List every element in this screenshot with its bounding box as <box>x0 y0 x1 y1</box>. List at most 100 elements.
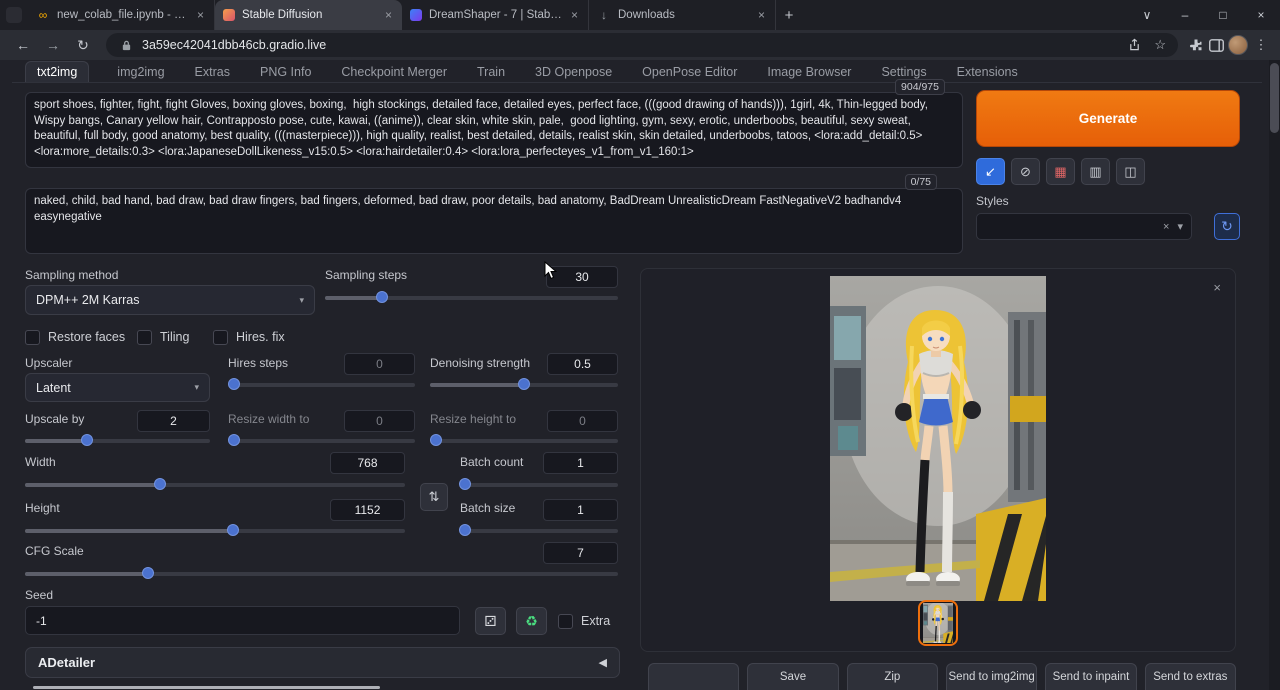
negative-prompt-input[interactable]: naked, child, bad hand, bad draw, bad dr… <box>25 188 963 254</box>
hires-steps-slider[interactable] <box>228 377 415 391</box>
extra-networks-button[interactable]: ▦ <box>1046 158 1075 185</box>
apply-style-button[interactable]: ▥ <box>1081 158 1110 185</box>
checkbox-box[interactable] <box>213 330 228 345</box>
paste-params-button[interactable]: ↙ <box>976 158 1005 185</box>
upscale-by-slider[interactable] <box>25 433 210 447</box>
styles-clear-icon[interactable]: × <box>1163 221 1169 233</box>
resize-height-input[interactable] <box>547 410 618 432</box>
extra-seed-checkbox[interactable]: Extra <box>558 613 610 629</box>
slider-handle[interactable] <box>459 524 471 536</box>
checkbox-box[interactable] <box>25 330 40 345</box>
sampling-steps-slider[interactable] <box>325 290 618 304</box>
batch-size-slider[interactable] <box>460 523 618 537</box>
new-tab-button[interactable]: + <box>776 2 802 28</box>
generated-image[interactable] <box>830 276 1046 601</box>
denoising-strength-slider[interactable] <box>430 377 618 391</box>
tab-close-icon[interactable]: × <box>383 8 394 22</box>
slider-handle[interactable] <box>228 378 240 390</box>
tab-img2img[interactable]: img2img <box>115 62 166 82</box>
slider-handle[interactable] <box>154 478 166 490</box>
browser-menu-icon[interactable]: ⋮ <box>1252 37 1270 53</box>
resize-width-slider[interactable] <box>228 433 415 447</box>
omnibox[interactable]: 3a59ec42041dbb46cb.gradio.live ☆ <box>106 33 1178 57</box>
tab-search-button[interactable] <box>6 7 22 23</box>
refresh-styles-button[interactable]: ↻ <box>1214 213 1240 240</box>
tab-png-info[interactable]: PNG Info <box>258 62 313 82</box>
hires-fix-checkbox[interactable]: Hires. fix <box>213 329 285 345</box>
save-button[interactable]: Save <box>747 663 838 690</box>
save-style-button[interactable]: ◫ <box>1116 158 1145 185</box>
prompt-input[interactable]: sport shoes, fighter, fight, fight Glove… <box>25 92 963 168</box>
zip-button[interactable]: Zip <box>847 663 938 690</box>
tab-train[interactable]: Train <box>475 62 507 82</box>
clear-prompt-button[interactable]: ⊘ <box>1011 158 1040 185</box>
browser-tab-dreamshaper[interactable]: DreamShaper - 7 | Stable Diffusi × <box>402 0 589 30</box>
checkbox-box[interactable] <box>137 330 152 345</box>
slider-handle[interactable] <box>227 524 239 536</box>
send-to-extras-button[interactable]: Send to extras <box>1145 663 1236 690</box>
width-input[interactable] <box>330 452 405 474</box>
lock-icon[interactable] <box>118 37 134 53</box>
tab-txt2img[interactable]: txt2img <box>25 61 89 82</box>
tab-image-browser[interactable]: Image Browser <box>765 62 853 82</box>
slider-handle[interactable] <box>228 434 240 446</box>
slider-handle[interactable] <box>376 291 388 303</box>
cfg-scale-input[interactable] <box>543 542 618 564</box>
cfg-scale-slider[interactable] <box>25 566 618 580</box>
side-panel-icon[interactable] <box>1208 37 1224 53</box>
window-minimize-button[interactable]: – <box>1166 0 1204 30</box>
switch-width-height-button[interactable]: ⇅ <box>420 483 448 511</box>
browser-tab-stable-diffusion[interactable]: Stable Diffusion × <box>215 0 402 30</box>
width-slider[interactable] <box>25 477 405 491</box>
reload-button[interactable]: ↻ <box>70 32 96 58</box>
slider-handle[interactable] <box>81 434 93 446</box>
resize-width-input[interactable] <box>344 410 415 432</box>
batch-size-input[interactable] <box>543 499 618 521</box>
styles-dropdown[interactable]: × ▾ <box>976 213 1192 240</box>
tab-3d-openpose[interactable]: 3D Openpose <box>533 62 614 82</box>
tab-extensions[interactable]: Extensions <box>955 62 1020 82</box>
random-seed-button[interactable]: ⚂ <box>475 607 506 635</box>
sampling-method-dropdown[interactable]: DPM++ 2M Karras ▾ <box>25 285 315 315</box>
height-slider[interactable] <box>25 523 405 537</box>
browser-tab-downloads[interactable]: ↓ Downloads × <box>589 0 776 30</box>
gallery-thumbnail-selected[interactable] <box>918 600 958 646</box>
tab-openpose-editor[interactable]: OpenPose Editor <box>640 62 739 82</box>
denoising-strength-input[interactable] <box>547 353 618 375</box>
generate-button[interactable]: Generate <box>976 90 1240 147</box>
tab-close-icon[interactable]: × <box>195 8 206 22</box>
tiling-checkbox[interactable]: Tiling <box>137 329 189 345</box>
tab-extras[interactable]: Extras <box>193 62 232 82</box>
extensions-puzzle-icon[interactable] <box>1188 37 1204 53</box>
window-close-button[interactable]: × <box>1242 0 1280 30</box>
upscale-by-input[interactable] <box>137 410 210 432</box>
tab-checkpoint-merger[interactable]: Checkpoint Merger <box>339 62 449 82</box>
browser-tab-colab[interactable]: ∞ new_colab_file.ipynb - Colaborat × <box>28 0 215 30</box>
share-icon[interactable] <box>1126 37 1142 53</box>
checkbox-box[interactable] <box>558 614 573 629</box>
scrollbar-thumb[interactable] <box>1270 63 1279 133</box>
tab-close-icon[interactable]: × <box>569 8 580 22</box>
send-to-img2img-button[interactable]: Send to img2img <box>946 663 1037 690</box>
open-folder-button[interactable] <box>648 663 739 690</box>
upscaler-dropdown[interactable]: Latent ▾ <box>25 373 210 402</box>
height-input[interactable] <box>330 499 405 521</box>
batch-count-slider[interactable] <box>460 477 618 491</box>
batch-count-input[interactable] <box>543 452 618 474</box>
window-maximize-button[interactable]: □ <box>1204 0 1242 30</box>
page-scrollbar[interactable] <box>1269 60 1280 690</box>
seed-input[interactable] <box>25 606 460 635</box>
slider-handle[interactable] <box>430 434 442 446</box>
resize-height-slider[interactable] <box>430 433 618 447</box>
send-to-inpaint-button[interactable]: Send to inpaint <box>1045 663 1136 690</box>
forward-button[interactable]: → <box>40 32 66 58</box>
slider-handle[interactable] <box>459 478 471 490</box>
adetailer-accordion[interactable]: ADetailer ◀ <box>25 647 620 678</box>
slider-handle[interactable] <box>518 378 530 390</box>
profile-avatar[interactable] <box>1228 35 1248 55</box>
gallery-close-icon[interactable]: × <box>1213 280 1221 295</box>
window-menu-chevron[interactable]: ∨ <box>1128 0 1166 30</box>
hires-steps-input[interactable] <box>344 353 415 375</box>
restore-faces-checkbox[interactable]: Restore faces <box>25 329 125 345</box>
tab-close-icon[interactable]: × <box>756 8 767 22</box>
